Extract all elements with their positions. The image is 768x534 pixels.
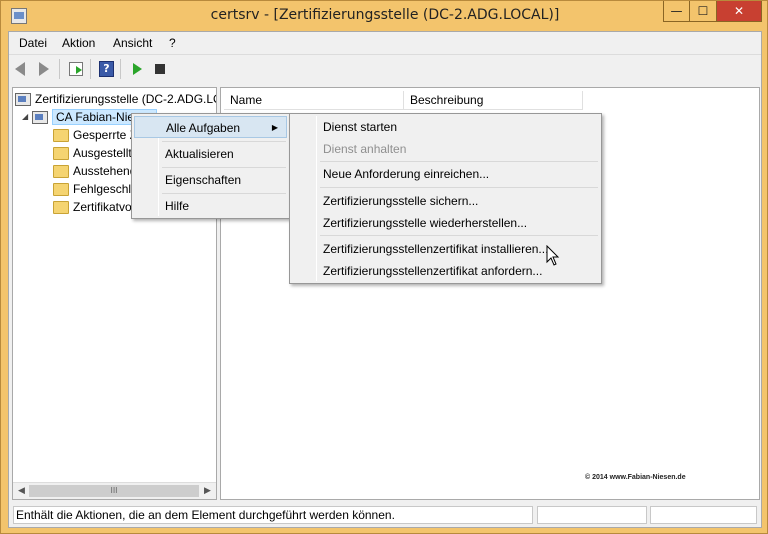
menu-separator xyxy=(320,161,598,162)
help-icon[interactable]: ? xyxy=(97,60,115,78)
menu-datei[interactable]: Datei xyxy=(19,36,47,50)
status-bar: Enthält die Aktionen, die an dem Element… xyxy=(9,503,761,527)
tree-root[interactable]: Zertifizierungsstelle (DC-2.ADG.LOCAL) xyxy=(15,90,216,108)
menu-item-dienst-anhalten: Dienst anhalten xyxy=(323,142,407,156)
toolbar-separator xyxy=(90,59,91,79)
toolbar-separator xyxy=(120,59,121,79)
mouse-pointer-icon xyxy=(546,245,560,266)
context-menu: Alle Aufgaben ▶ Aktualisieren Eigenschaf… xyxy=(131,113,290,219)
menu-item-aktualisieren[interactable]: Aktualisieren xyxy=(134,143,287,165)
toolbar: ? xyxy=(9,54,761,82)
back-arrow-icon[interactable] xyxy=(13,60,31,78)
folder-icon xyxy=(53,183,69,197)
tree-horizontal-scrollbar[interactable]: ◀ III ▶ xyxy=(13,482,216,499)
status-segment xyxy=(650,506,757,524)
certificate-authority-icon xyxy=(15,93,31,107)
status-segment xyxy=(537,506,647,524)
folder-icon xyxy=(53,165,69,179)
menu-item-alle-aufgaben[interactable]: Alle Aufgaben ▶ xyxy=(134,116,287,138)
collapse-icon[interactable]: ◢ xyxy=(22,112,28,121)
start-service-icon[interactable] xyxy=(128,60,146,78)
menu-item-hilfe[interactable]: Hilfe xyxy=(134,195,287,217)
menu-separator xyxy=(320,187,598,188)
menu-item-eigenschaften[interactable]: Eigenschaften xyxy=(134,169,287,191)
watermark-text: © 2014 www.Fabian-Niesen.de xyxy=(585,474,686,481)
scrollbar-thumb[interactable]: III xyxy=(29,485,199,497)
title-bar[interactable]: certsrv - [Zertifizierungsstelle (DC-2.A… xyxy=(1,1,768,31)
menu-item-ca-sichern[interactable]: Zertifizierungsstelle sichern... xyxy=(292,190,599,212)
submenu-arrow-icon: ▶ xyxy=(271,123,278,132)
menu-bar: Datei Aktion Ansicht ? xyxy=(9,32,761,54)
menu-separator xyxy=(320,235,598,236)
scroll-left-icon[interactable]: ◀ xyxy=(15,485,28,498)
folder-icon xyxy=(53,129,69,143)
ca-server-icon xyxy=(32,111,48,125)
scroll-right-icon[interactable]: ▶ xyxy=(201,485,214,498)
menu-item-ca-wiederherstellen[interactable]: Zertifizierungsstelle wiederherstellen..… xyxy=(292,212,599,234)
status-text: Enthält die Aktionen, die an dem Element… xyxy=(13,506,533,524)
column-header-name[interactable]: Name xyxy=(224,91,404,110)
close-button[interactable]: ✕ xyxy=(716,1,762,22)
folder-icon xyxy=(53,201,69,215)
menu-separator xyxy=(162,141,286,142)
minimize-button[interactable]: — xyxy=(663,1,689,22)
maximize-button[interactable]: ☐ xyxy=(689,1,716,22)
folder-icon xyxy=(53,147,69,161)
menu-separator xyxy=(162,193,286,194)
menu-item-neue-anforderung[interactable]: Neue Anforderung einreichen... xyxy=(292,163,599,185)
menu-item-dienst-starten[interactable]: Dienst starten xyxy=(292,116,599,138)
forward-arrow-icon[interactable] xyxy=(35,60,53,78)
mmc-window: certsrv - [Zertifizierungsstelle (DC-2.A… xyxy=(0,0,768,534)
menu-help[interactable]: ? xyxy=(169,36,176,50)
menu-separator xyxy=(162,167,286,168)
window-title: certsrv - [Zertifizierungsstelle (DC-2.A… xyxy=(210,7,560,23)
export-list-icon[interactable] xyxy=(67,60,85,78)
stop-service-icon[interactable] xyxy=(151,60,169,78)
toolbar-separator xyxy=(59,59,60,79)
menu-aktion[interactable]: Aktion xyxy=(62,36,95,50)
column-header-beschreibung[interactable]: Beschreibung xyxy=(404,91,583,110)
menu-ansicht[interactable]: Ansicht xyxy=(113,36,152,50)
